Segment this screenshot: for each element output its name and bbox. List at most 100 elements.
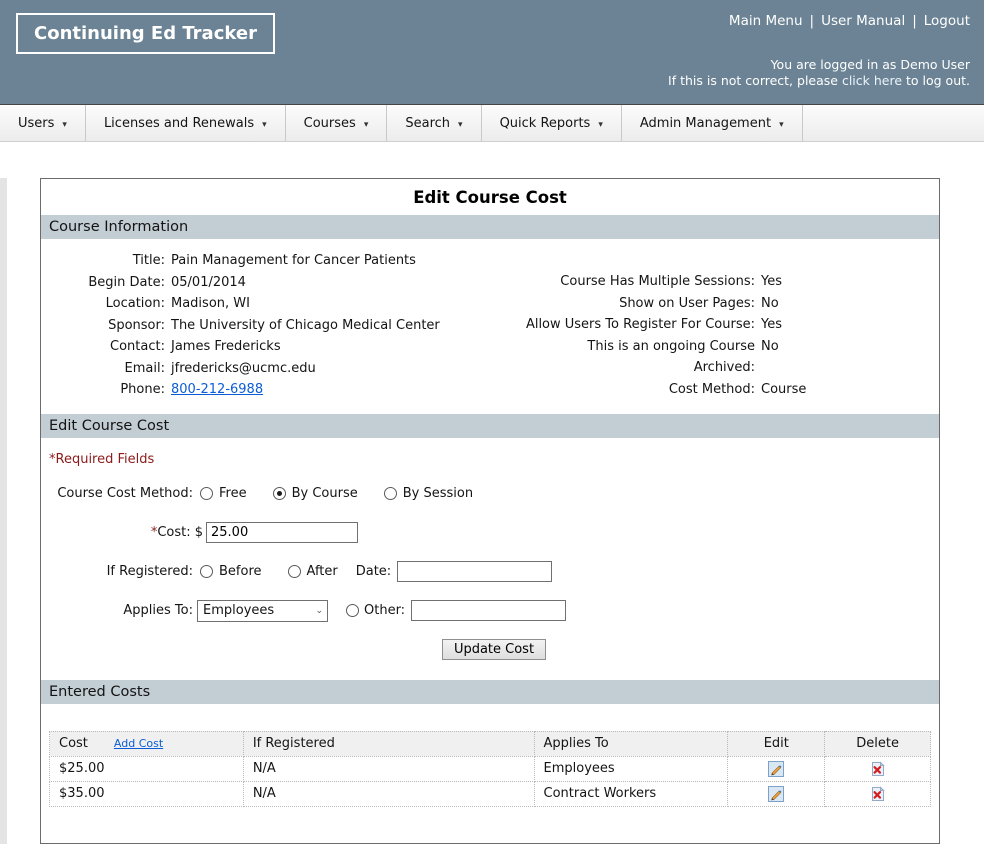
edit-course-cost-header: Edit Course Cost — [41, 414, 939, 438]
if-registered-cell: N/A — [243, 781, 534, 806]
chevron-down-icon: ▾ — [364, 117, 369, 130]
cost-method-row: Course Cost Method: Free By Course By Se… — [49, 483, 939, 505]
other-input[interactable] — [411, 600, 566, 621]
delete-icon[interactable] — [870, 761, 886, 777]
selected-option: Employees — [203, 603, 274, 618]
link-separator: | — [810, 13, 815, 29]
cost-column-header: Cost Add Cost — [50, 731, 244, 756]
info-row: Sponsor:The University of Chicago Medica… — [41, 315, 509, 337]
cost-method-free-radio[interactable] — [200, 487, 213, 500]
user-manual-link[interactable]: User Manual — [821, 13, 905, 29]
delete-column-header: Delete — [825, 731, 931, 756]
applies-to-cell: Contract Workers — [534, 781, 728, 806]
field-label: Begin Date: — [41, 272, 165, 294]
menu-item-label: Courses — [304, 116, 356, 131]
info-row: Archived: — [509, 357, 939, 379]
info-row: Allow Users To Register For Course:Yes — [509, 314, 939, 336]
edit-course-cost-panel: Edit Course Cost Course Information Titl… — [40, 178, 940, 844]
menu-item-admin-management[interactable]: Admin Management▾ — [622, 105, 803, 141]
cost-input[interactable] — [206, 522, 358, 543]
chevron-down-icon: ▾ — [262, 117, 267, 130]
info-row: Contact:James Fredericks — [41, 336, 509, 358]
course-information-header: Course Information — [41, 215, 939, 239]
field-value: 05/01/2014 — [165, 272, 509, 294]
cost-label: *Cost: $ — [49, 525, 203, 540]
cost-method-label: Course Cost Method: — [49, 486, 193, 501]
phone-link[interactable]: 800-212-6988 — [171, 382, 263, 397]
info-row: This is an ongoing CourseNo — [509, 336, 939, 358]
other-radio[interactable] — [346, 604, 359, 617]
menu-item-licenses-and-renewals[interactable]: Licenses and Renewals ▾ — [86, 105, 286, 141]
radio-label: Before — [219, 564, 262, 579]
field-value: Pain Management for Cancer Patients — [165, 250, 509, 272]
radio-label: Free — [219, 486, 247, 501]
link-separator: | — [912, 13, 917, 29]
field-value: The University of Chicago Medical Center — [165, 315, 509, 337]
update-cost-button[interactable]: Update Cost — [442, 639, 546, 660]
field-label: Allow Users To Register For Course: — [509, 314, 755, 336]
applies-to-select[interactable]: Employees ⌄ — [197, 600, 328, 622]
date-label: Date: — [356, 564, 391, 579]
cost-label-text: Cost: $ — [157, 525, 203, 540]
registered-after-radio[interactable] — [288, 565, 301, 578]
chevron-down-icon: ▾ — [598, 117, 603, 130]
course-info-right-column: Course Has Multiple Sessions:Yes Show on… — [509, 271, 939, 401]
field-value: jfredericks@ucmc.edu — [165, 358, 509, 380]
if-registered-column-header: If Registered — [243, 731, 534, 756]
entered-costs-table: Cost Add Cost If Registered Applies To Ed… — [49, 731, 931, 807]
applies-to-label: Applies To: — [49, 603, 193, 618]
edit-icon[interactable] — [768, 786, 784, 802]
add-cost-link[interactable]: Add Cost — [114, 737, 163, 750]
field-label: Course Has Multiple Sessions: — [509, 271, 755, 293]
info-row: Email:jfredericks@ucmc.edu — [41, 358, 509, 380]
field-label: Phone: — [41, 379, 165, 401]
menu-item-label: Search — [405, 116, 450, 131]
app-header: Continuing Ed Tracker Main Menu|User Man… — [0, 0, 984, 104]
info-row: Show on User Pages:No — [509, 293, 939, 315]
info-row: Cost Method:Course — [509, 379, 939, 401]
applies-to-column-header: Applies To — [534, 731, 728, 756]
field-value — [755, 357, 939, 379]
menu-item-courses[interactable]: Courses ▾ — [286, 105, 388, 141]
radio-label: After — [307, 564, 338, 579]
field-value: Course — [755, 379, 939, 401]
course-info-left-column: Title:Pain Management for Cancer Patient… — [41, 250, 509, 401]
entered-costs-header: Entered Costs — [41, 680, 939, 704]
field-label: Email: — [41, 358, 165, 380]
menu-item-users[interactable]: Users▾ — [0, 105, 86, 141]
field-label: Title: — [41, 250, 165, 272]
menu-item-label: Licenses and Renewals — [104, 116, 254, 131]
button-row: Update Cost — [49, 639, 939, 660]
radio-label: By Course — [292, 486, 358, 501]
delete-icon[interactable] — [870, 786, 886, 802]
date-input[interactable] — [397, 561, 552, 582]
registered-before-radio[interactable] — [200, 565, 213, 578]
chevron-down-icon: ▾ — [458, 117, 463, 130]
page-title: Edit Course Cost — [41, 179, 939, 215]
menu-item-label: Quick Reports — [500, 116, 591, 131]
field-label: Location: — [41, 293, 165, 315]
field-label: Sponsor: — [41, 315, 165, 337]
field-label: Archived: — [509, 357, 755, 379]
menu-item-label: Admin Management — [640, 116, 771, 131]
cost-method-by-course-radio[interactable] — [273, 487, 286, 500]
logout-link[interactable]: Logout — [924, 13, 970, 29]
field-label: Cost Method: — [509, 379, 755, 401]
click-here-link[interactable]: click here — [842, 73, 902, 88]
edit-column-header: Edit — [728, 731, 825, 756]
edit-course-cost-form: *Required Fields Course Cost Method: Fre… — [41, 438, 939, 680]
column-header-label: Cost — [59, 736, 88, 751]
chevron-down-icon: ⌄ — [315, 606, 323, 616]
field-label: Contact: — [41, 336, 165, 358]
required-fields-note: *Required Fields — [49, 452, 939, 467]
cost-method-by-session-radio[interactable] — [384, 487, 397, 500]
menu-item-quick-reports[interactable]: Quick Reports ▾ — [482, 105, 622, 141]
main-menu-link[interactable]: Main Menu — [729, 13, 803, 29]
if-registered-label: If Registered: — [49, 564, 193, 579]
menu-item-search[interactable]: Search ▾ — [387, 105, 481, 141]
info-row: Title:Pain Management for Cancer Patient… — [41, 250, 509, 272]
edit-icon[interactable] — [768, 761, 784, 777]
cost-cell: $35.00 — [50, 781, 244, 806]
field-value: No — [755, 336, 939, 358]
info-row: Location:Madison, WI — [41, 293, 509, 315]
